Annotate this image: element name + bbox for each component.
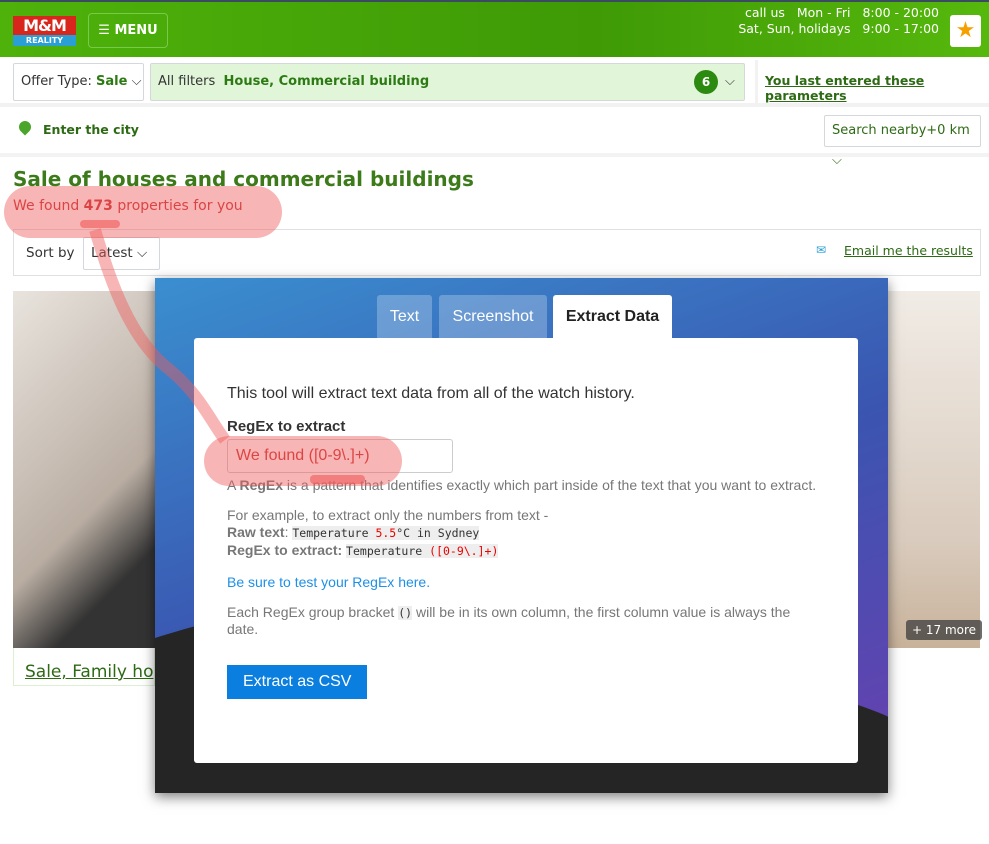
raw-code: Temperature 5.5°C in Sydney <box>292 526 480 540</box>
site-header: M&M REALITY ☰ MENU call us Mon - Fri 8:00… <box>0 0 989 57</box>
example: For example, to extract only the numbers… <box>227 507 825 560</box>
found-count: 473 <box>83 198 113 214</box>
help-b: RegEx <box>239 477 284 493</box>
tab-screenshot[interactable]: Screenshot <box>439 295 547 338</box>
rx-label: RegEx to extract: <box>227 542 343 558</box>
found-post: properties for you <box>112 198 243 214</box>
menu-label: MENU <box>114 23 158 38</box>
favorites-star-icon[interactable]: ★ <box>950 15 981 47</box>
group-help: Each RegEx group bracket () will be in i… <box>227 604 825 637</box>
example-intro: For example, to extract only the numbers… <box>227 507 549 523</box>
listing-photo[interactable] <box>888 291 980 648</box>
offer-type-select[interactable]: Offer Type: Sale ⌵ <box>13 63 144 101</box>
regex-input[interactable] <box>227 439 453 473</box>
logo-top: M&M <box>13 16 76 35</box>
last-params-link[interactable]: You last entered these parameters <box>765 73 989 103</box>
offer-label: Offer Type: <box>21 74 92 89</box>
rx-1: Temperature <box>346 544 430 558</box>
chevron-down-icon: ⌵ <box>725 74 735 89</box>
offer-value: Sale <box>96 74 128 89</box>
raw-3: °C in Sydney <box>396 526 480 540</box>
raw-label: Raw text <box>227 524 285 540</box>
extract-panel: This tool will extract text data from al… <box>194 338 858 763</box>
intro-text: This tool will extract text data from al… <box>227 385 635 402</box>
more-photos-badge[interactable]: + 17 more <box>906 620 983 640</box>
sort-bar: Sort by Latest ⌵ ✉ Email me the results <box>13 229 981 276</box>
sort-label: Sort by <box>26 245 75 261</box>
contact-hours: call us Mon - Fri 8:00 - 20:00 Sat, Sun, … <box>738 5 939 37</box>
extract-csv-button[interactable]: Extract as CSV <box>227 665 368 699</box>
rx-2: ([0-9\.]+) <box>429 544 499 558</box>
hamburger-icon: ☰ <box>98 23 115 38</box>
divider <box>0 153 989 157</box>
nearby-select[interactable]: Search nearby+0 km ⌵ <box>824 115 981 168</box>
listing-photo[interactable] <box>13 291 155 648</box>
page-title: Sale of houses and commercial buildings <box>13 167 474 191</box>
help-c: is a pattern that identifies exactly whi… <box>283 477 817 493</box>
sort-select[interactable]: Latest ⌵ <box>83 237 160 270</box>
listing-title-link[interactable]: Sale, Family ho <box>25 662 153 682</box>
listing-card: Sale, Family ho <box>13 648 155 686</box>
tab-extract-data[interactable]: Extract Data <box>553 295 672 338</box>
help-a: A <box>227 477 240 493</box>
each-a: Each RegEx group bracket <box>227 604 399 620</box>
extension-modal: Text Screenshot Extract Data This tool w… <box>155 278 888 793</box>
logo-bottom: REALITY <box>13 35 76 46</box>
tab-text[interactable]: Text <box>377 295 432 338</box>
logo[interactable]: M&M REALITY <box>13 16 76 46</box>
regex-label: RegEx to extract <box>227 418 346 435</box>
email-icon: ✉ <box>816 243 827 257</box>
found-pre: We found <box>13 198 84 214</box>
hours-line2: Sat, Sun, holidays 9:00 - 17:00 <box>738 21 939 36</box>
location-pin-icon <box>16 118 34 136</box>
email-results-link[interactable]: Email me the results <box>844 243 973 258</box>
divider <box>755 60 758 104</box>
sort-value: Latest <box>91 245 133 261</box>
menu-button[interactable]: ☰ MENU <box>88 13 168 48</box>
hours-line1: call us Mon - Fri 8:00 - 20:00 <box>745 5 939 20</box>
regex-help: A RegEx is a pattern that identifies exa… <box>227 477 825 493</box>
raw-1: Temperature <box>292 526 376 540</box>
rx-code: Temperature ([0-9\.]+) <box>346 544 499 558</box>
filter-value: House, Commercial building <box>223 74 430 89</box>
all-filters-button[interactable]: All filters House, Commercial building ⌵ <box>150 63 745 101</box>
city-input[interactable]: Enter the city <box>43 122 139 137</box>
results-count: We found 473 properties for you <box>13 198 243 214</box>
all-filters-label: All filters <box>158 74 216 89</box>
chevron-down-icon: ⌵ <box>131 74 142 89</box>
test-regex-link[interactable]: Be sure to test your RegEx here. <box>227 574 825 590</box>
each-code: () <box>398 606 413 620</box>
raw-2: 5.5 <box>375 526 397 540</box>
nearby-value: Search nearby+0 km <box>832 123 970 138</box>
filter-count-badge: 6 <box>694 70 718 94</box>
